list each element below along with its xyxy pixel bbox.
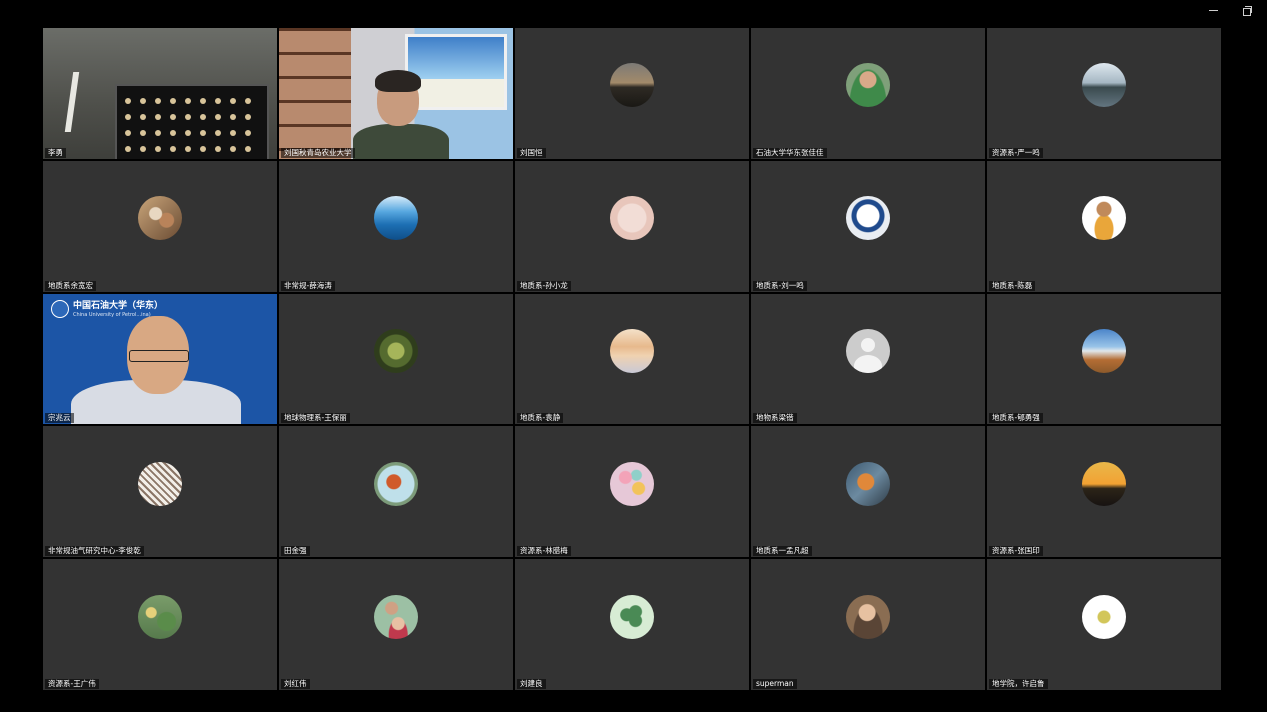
avatar [138, 461, 182, 506]
participant-name: 地质系-袁静 [517, 413, 564, 424]
participant-name: 地物系梁锴 [753, 413, 797, 424]
participant-tile[interactable]: 地质系-陈磊 [987, 160, 1221, 292]
participant-name: 资源系-王广伟 [45, 679, 99, 689]
avatar [846, 328, 890, 373]
participant-tile[interactable]: 地学院，许启鲁 [987, 559, 1221, 690]
participant-tile[interactable]: 地物系梁锴 [751, 293, 985, 425]
avatar [374, 594, 418, 639]
participant-tile[interactable]: 地质系-郇勇强 [987, 293, 1221, 425]
participant-tile[interactable]: 田金强 [279, 426, 513, 558]
participant-tile[interactable]: 地质系-刘一鸣 [751, 160, 985, 292]
participant-tile[interactable]: 非常规油气研究中心-李俊乾 [43, 426, 277, 558]
participant-tile[interactable]: 石油大学华东张佳佳 [751, 28, 985, 159]
participant-tile[interactable]: 地质系-袁静 [515, 293, 749, 425]
participant-name: 刘国恒 [517, 147, 546, 158]
participant-name: 刘建良 [517, 679, 546, 689]
avatar [610, 461, 654, 506]
participant-name: 宗兆云 [45, 413, 74, 424]
participant-tile[interactable]: 刘红伟 [279, 559, 513, 690]
video-banner-subtext: China University of Petrol...ina) [73, 311, 151, 318]
participant-tile[interactable]: 李勇 [43, 28, 277, 159]
participant-video [279, 28, 513, 159]
participant-tile[interactable]: 资源系-严一鸣 [987, 28, 1221, 159]
participant-name: 地球物理系-王保丽 [281, 413, 350, 424]
participant-name: 地质系一孟凡超 [753, 546, 812, 557]
avatar [374, 461, 418, 506]
university-logo-icon [51, 299, 69, 318]
window-controls [1205, 2, 1255, 18]
avatar [1082, 196, 1126, 241]
participant-name: 石油大学华东张佳佳 [753, 147, 827, 158]
participant-name: 资源系-林腊梅 [517, 546, 571, 557]
participant-name: 刘国秋青岛农业大学 [281, 147, 355, 158]
avatar [610, 63, 654, 108]
participant-tile[interactable]: 资源系-林腊梅 [515, 426, 749, 558]
participant-tile[interactable]: 中国石油大学（华东） China University of Petrol...i… [43, 293, 277, 425]
participant-name: 非常规油气研究中心-李俊乾 [45, 546, 144, 557]
participant-tile[interactable]: 地球物理系-王保丽 [279, 293, 513, 425]
avatar [374, 328, 418, 373]
avatar [1082, 594, 1126, 639]
avatar [138, 196, 182, 241]
minimize-icon[interactable] [1205, 2, 1221, 18]
participant-tile[interactable]: 地质系余宽宏 [43, 160, 277, 292]
participant-gallery: 李勇 刘国秋青岛农业大学 刘国恒 石油大学华东张佳佳 资源系-严一鸣地质系余宽宏 非常规-… [43, 28, 1221, 690]
participant-tile[interactable]: superman [751, 559, 985, 690]
participant-tile[interactable]: 资源系-张国印 [987, 426, 1221, 558]
participant-tile[interactable]: 地质系-孙小龙 [515, 160, 749, 292]
avatar [1082, 63, 1126, 108]
participant-name: 李勇 [45, 147, 66, 158]
avatar [1082, 461, 1126, 506]
participant-tile[interactable]: 非常规-薛海涛 [279, 160, 513, 292]
participant-name: 非常规-薛海涛 [281, 280, 335, 291]
participant-tile[interactable]: 刘国秋青岛农业大学 [279, 28, 513, 159]
participant-name: 地质系-孙小龙 [517, 280, 571, 291]
participant-tile[interactable]: 资源系-王广伟 [43, 559, 277, 690]
avatar [846, 196, 890, 241]
participant-video: 中国石油大学（华东） China University of Petrol...i… [43, 293, 277, 425]
video-banner-text: 中国石油大学（华东） [73, 300, 164, 311]
participant-name: 地质系-刘一鸣 [753, 280, 807, 291]
participant-video [43, 28, 277, 159]
participant-tile[interactable]: 刘国恒 [515, 28, 749, 159]
avatar [374, 196, 418, 241]
avatar [610, 196, 654, 241]
participant-tile[interactable]: 刘建良 [515, 559, 749, 690]
avatar [610, 328, 654, 373]
participant-tile[interactable]: 地质系一孟凡超 [751, 426, 985, 558]
participant-name: 地质系-郇勇强 [989, 413, 1043, 424]
participant-name: 资源系-张国印 [989, 546, 1043, 557]
participant-name: superman [753, 679, 797, 689]
participant-name: 资源系-严一鸣 [989, 147, 1043, 158]
participant-name: 刘红伟 [281, 679, 310, 689]
avatar [1082, 328, 1126, 373]
participant-name: 田金强 [281, 546, 310, 557]
restore-icon[interactable] [1239, 2, 1255, 18]
participant-name: 地质系余宽宏 [45, 280, 96, 291]
avatar [846, 461, 890, 506]
participant-name: 地学院，许启鲁 [989, 679, 1048, 689]
avatar [138, 594, 182, 639]
avatar [846, 63, 890, 108]
avatar [846, 594, 890, 639]
avatar [610, 594, 654, 639]
participant-name: 地质系-陈磊 [989, 280, 1036, 291]
